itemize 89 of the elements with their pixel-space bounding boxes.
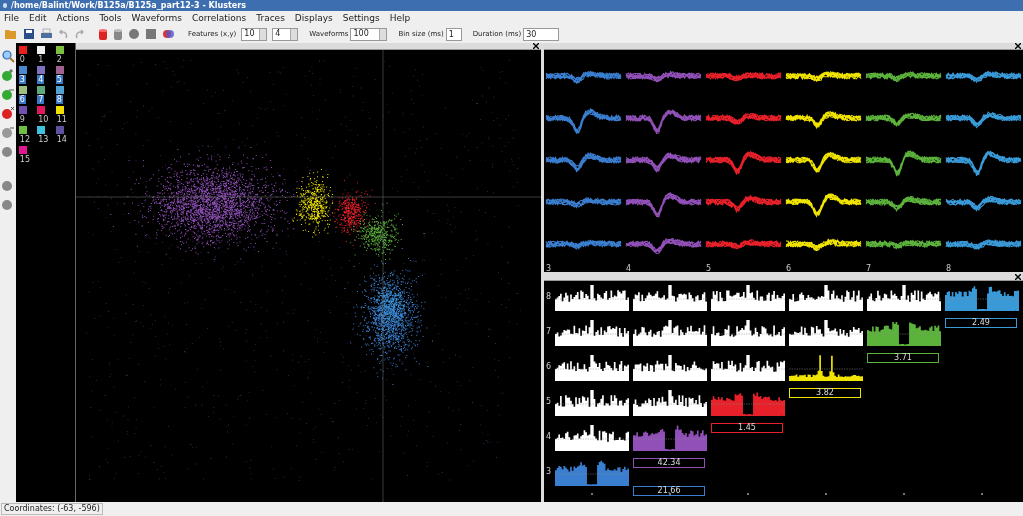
menu-item[interactable]: Waveforms <box>131 13 182 23</box>
menu-item[interactable]: Displays <box>294 13 333 23</box>
row-label: 5 <box>546 398 553 406</box>
cluster-number: 4 <box>625 264 632 273</box>
cluster-number[interactable]: 3 <box>18 75 26 84</box>
cluster-swatch[interactable] <box>55 86 64 94</box>
cluster-number[interactable]: 12 <box>18 135 31 144</box>
feature-x-spinbox[interactable]: 10 <box>241 27 268 41</box>
cluster-swatch[interactable] <box>18 46 27 54</box>
menu-item[interactable]: Tools <box>99 13 122 23</box>
cluster-number[interactable]: 9 <box>18 115 26 124</box>
waveforms-spinbox[interactable]: 100 <box>350 27 388 41</box>
row-label: 7 <box>546 328 553 336</box>
square-icon[interactable] <box>145 28 157 40</box>
cluster-swatch[interactable] <box>37 86 46 94</box>
menu-item[interactable]: Correlations <box>191 13 247 23</box>
correlogram-value: 1.45 <box>711 423 783 433</box>
cluster-number[interactable]: 4 <box>37 75 45 84</box>
tick-mark-icon <box>669 493 671 495</box>
cluster-swatch[interactable] <box>55 66 64 74</box>
correlogram-value: 2.49 <box>945 318 1017 328</box>
delete-cluster-icon[interactable] <box>0 106 15 120</box>
menu-item[interactable]: Actions <box>56 13 90 23</box>
cluster-number: 7 <box>865 264 872 273</box>
cluster-swatch[interactable] <box>18 106 27 114</box>
tick-mark-icon <box>981 493 983 495</box>
cluster-swatch[interactable] <box>37 46 46 54</box>
circle-icon[interactable] <box>0 144 15 158</box>
cluster-swatch[interactable] <box>18 66 27 74</box>
cluster-number[interactable]: 13 <box>37 135 50 144</box>
duration-field[interactable]: 30 <box>523 27 560 41</box>
overlapping-circles-icon[interactable] <box>162 28 175 40</box>
row-label: 6 <box>546 363 553 371</box>
coordinates-status: Coordinates: (-63, -596) <box>1 503 103 515</box>
row-label: 3 <box>546 468 553 476</box>
cluster-swatch[interactable] <box>18 126 27 134</box>
menu-item[interactable]: File <box>4 13 20 23</box>
menu-item[interactable]: Settings <box>342 13 380 23</box>
cluster-number: 5 <box>705 264 712 273</box>
cluster-number[interactable]: 14 <box>55 135 68 144</box>
cluster-number: 6 <box>785 264 792 273</box>
circle-icon[interactable] <box>0 197 15 211</box>
feature-y-spinbox[interactable]: 4 <box>272 27 299 41</box>
cluster-number: 3 <box>545 264 552 273</box>
tick-mark-icon <box>825 493 827 495</box>
cluster-number[interactable]: 7 <box>37 95 45 104</box>
menu-item[interactable]: Edit <box>29 13 47 23</box>
cluster-number[interactable]: 0 <box>18 55 26 64</box>
zoom-icon[interactable] <box>0 49 15 63</box>
menu-item[interactable]: Help <box>389 13 411 23</box>
cylinder-icon[interactable] <box>98 27 108 41</box>
cluster-number[interactable]: 6 <box>18 95 26 104</box>
close-icon[interactable] <box>1015 43 1021 49</box>
cluster-number[interactable]: 15 <box>18 155 31 164</box>
cluster-number[interactable]: 5 <box>55 75 63 84</box>
app-icon <box>3 3 7 8</box>
circle-icon[interactable] <box>0 178 15 192</box>
cluster-swatch[interactable] <box>55 106 64 114</box>
printer-icon[interactable] <box>40 28 53 40</box>
menu-item[interactable]: Traces <box>256 13 285 23</box>
row-label: 4 <box>546 433 553 441</box>
cluster-swatch[interactable] <box>18 146 27 154</box>
bin-size-field[interactable]: 1 <box>445 27 462 41</box>
cluster-number[interactable]: 1 <box>37 55 45 64</box>
tick-mark-icon <box>591 493 593 495</box>
correlogram-value: 21.66 <box>633 486 705 496</box>
tick-mark-icon <box>747 493 749 495</box>
cluster-number[interactable]: 2 <box>55 55 63 64</box>
cluster-swatch[interactable] <box>55 46 64 54</box>
cluster-number[interactable]: 10 <box>37 115 50 124</box>
cluster-swatch[interactable] <box>37 126 46 134</box>
cluster-swatch[interactable] <box>18 86 27 94</box>
window-title: /home/Balint/Work/B125a/B125a_part12-3 - Klusters <box>11 1 246 10</box>
cluster-swatch[interactable] <box>55 126 64 134</box>
cluster-number[interactable]: 8 <box>55 95 63 104</box>
cluster-number: 8 <box>945 264 952 273</box>
cluster-number[interactable]: 11 <box>55 115 68 124</box>
save-icon[interactable] <box>23 28 35 40</box>
correlogram-value: 3.71 <box>867 353 939 363</box>
row-label: 8 <box>546 293 553 301</box>
cluster-swatch[interactable] <box>37 66 46 74</box>
correlogram-value: 3.82 <box>789 388 861 398</box>
close-icon[interactable] <box>533 43 540 49</box>
correlogram-value: 42.34 <box>633 458 705 468</box>
tick-mark-icon <box>903 493 905 495</box>
cluster-swatch[interactable] <box>37 106 46 114</box>
circle-icon[interactable] <box>128 28 140 40</box>
close-icon[interactable] <box>1015 274 1021 280</box>
cylinder-icon[interactable] <box>113 27 123 41</box>
